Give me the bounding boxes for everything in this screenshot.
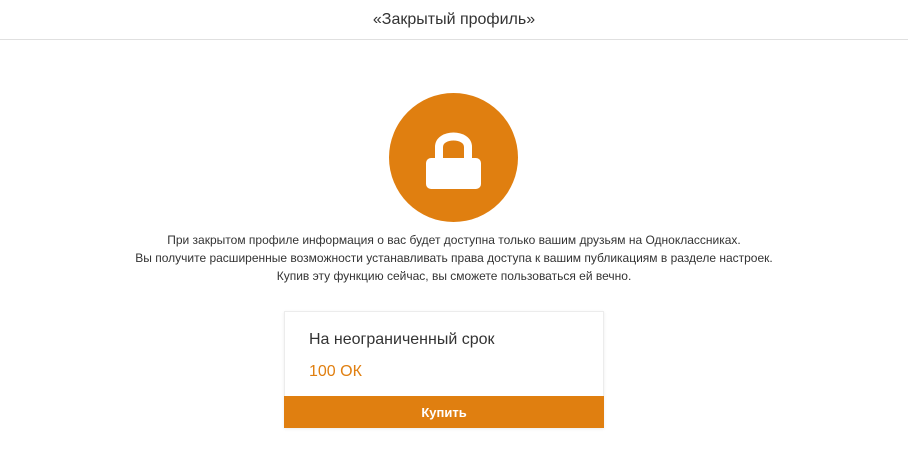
- offer-card: На неограниченный срок 100 ОК Купить: [284, 311, 604, 428]
- offer-price: 100 ОК: [309, 363, 362, 380]
- offer-term: На неограниченный срок: [309, 331, 495, 348]
- lock-badge: [389, 93, 518, 222]
- buy-button[interactable]: Купить: [284, 396, 604, 428]
- description-line: Купив эту функцию сейчас, вы сможете пол…: [276, 269, 632, 283]
- lock-icon: [426, 132, 481, 189]
- description: При закрытом профиле информация о вас бу…: [0, 231, 908, 285]
- page-title: «Закрытый профиль»: [372, 10, 536, 28]
- description-line: Вы получите расширенные возможности уста…: [135, 251, 773, 265]
- closed-profile-page: «Закрытый профиль» При закрытом профиле …: [0, 0, 908, 453]
- header: «Закрытый профиль»: [0, 0, 908, 40]
- description-line: При закрытом профиле информация о вас бу…: [167, 233, 741, 247]
